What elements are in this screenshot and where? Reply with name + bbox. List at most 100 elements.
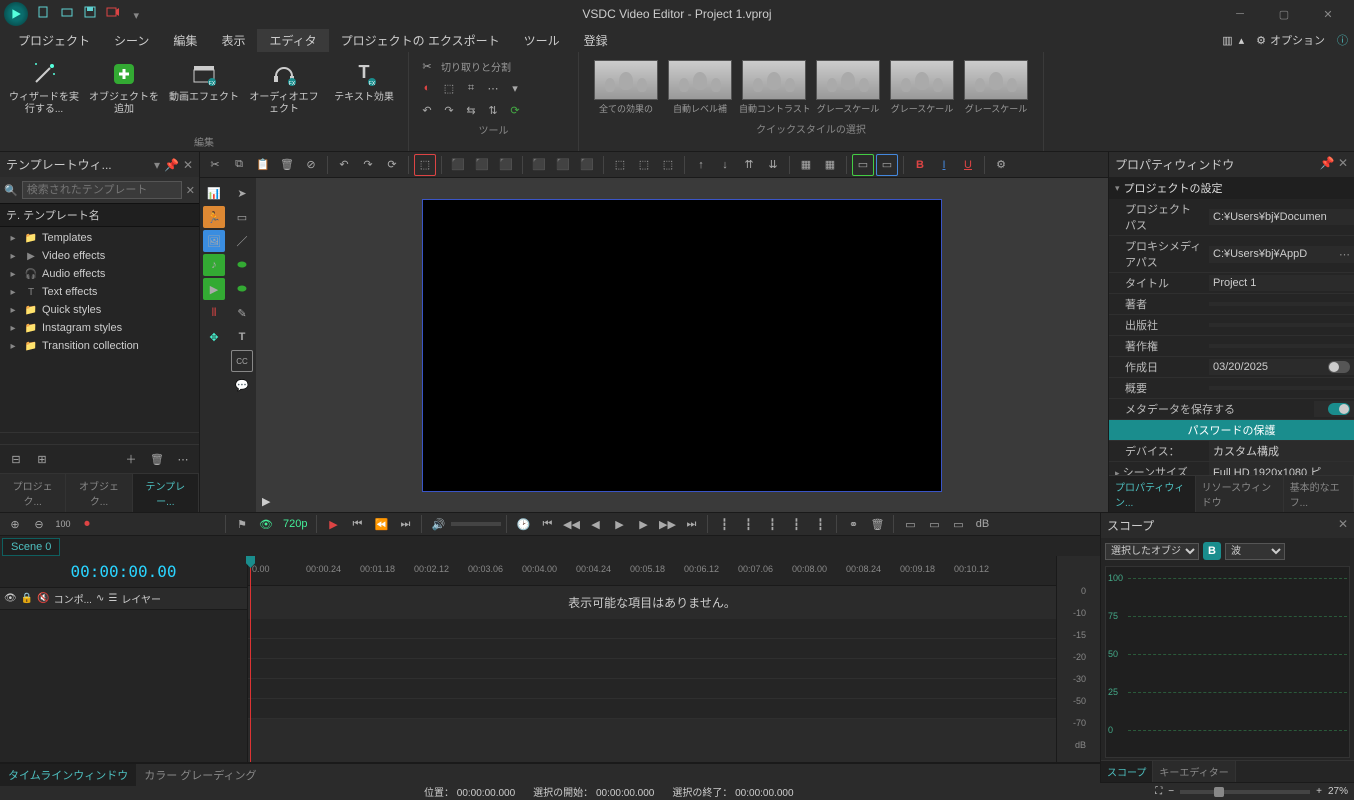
right-tab-properties[interactable]: プロパティウィン... (1109, 476, 1196, 512)
scope-mode-select[interactable]: 波 (1225, 543, 1285, 560)
flip-v-icon[interactable]: ⇅ (483, 100, 503, 120)
misc1-icon[interactable]: ▭ (899, 513, 921, 535)
tree-item[interactable]: ▸📁Quick styles (0, 301, 199, 319)
right-tab-resources[interactable]: リソースウィンドウ (1196, 476, 1284, 512)
menu-export[interactable]: プロジェクトの エクスポート (329, 29, 512, 52)
redo-icon[interactable]: ↷ (357, 154, 379, 176)
play-canvas-icon[interactable]: ▶ (262, 495, 270, 508)
scope-b-button[interactable]: B (1203, 542, 1221, 560)
qat-record-icon[interactable] (104, 3, 122, 21)
cut-icon[interactable]: ✂ (204, 154, 226, 176)
last-icon[interactable]: ⏭ (680, 513, 702, 535)
split2-icon[interactable]: ┇ (737, 513, 759, 535)
deny-icon[interactable]: ⊘ (300, 154, 322, 176)
play2-icon[interactable]: ▶ (608, 513, 630, 535)
tl-tab-timeline[interactable]: タイムラインウィンドウ (0, 764, 136, 786)
password-protect-button[interactable]: パスワードの保護 (1109, 420, 1354, 440)
tree-item[interactable]: ▸▶Video effects (0, 247, 199, 265)
quick-style-thumb[interactable]: 全ての効果の (591, 60, 661, 115)
track-combo[interactable]: コンポ... (54, 591, 92, 606)
cc-icon[interactable]: CC (231, 350, 253, 372)
arrow-top-icon[interactable]: ⇈ (738, 154, 760, 176)
options-button[interactable]: ⚙ オプション (1250, 30, 1331, 50)
prop-value[interactable]: C:¥Users¥bj¥Documen (1213, 211, 1327, 223)
quick-style-thumb[interactable]: 自動コントラスト (739, 60, 809, 115)
qat-new-icon[interactable] (35, 3, 53, 21)
left-tab-template[interactable]: テンプレー... (133, 474, 199, 512)
align-right-icon[interactable]: ⬛ (495, 154, 517, 176)
rewind-icon[interactable]: ◀◀ (560, 513, 582, 535)
dist-h-icon[interactable]: ⬚ (609, 154, 631, 176)
skip-end-icon[interactable]: ⏭ (394, 513, 416, 535)
align-mid-icon[interactable]: ⬛ (552, 154, 574, 176)
scope-object-select[interactable]: 選択したオブジ (1105, 543, 1199, 560)
close-pane-icon[interactable]: ✕ (1338, 517, 1348, 531)
quick-style-thumb[interactable]: グレースケール (813, 60, 883, 115)
arrow-bottom-icon[interactable]: ⇊ (762, 154, 784, 176)
playhead[interactable] (250, 556, 251, 762)
zoom-in-icon[interactable]: + (1316, 786, 1322, 797)
copy-icon[interactable]: ⧉ (228, 154, 250, 176)
grid-icon[interactable]: ▦ (795, 154, 817, 176)
menu-tool[interactable]: ツール (512, 29, 572, 52)
more-icon[interactable]: ⋯ (173, 449, 193, 469)
size-icon[interactable]: ⬚ (657, 154, 679, 176)
track-row[interactable] (248, 699, 1056, 719)
wizard-button[interactable]: ウィザードを実行する... (8, 56, 80, 116)
maximize-button[interactable]: ▢ (1262, 0, 1306, 28)
align-center-icon[interactable]: ⬛ (471, 154, 493, 176)
split-icon[interactable]: ┇ (713, 513, 735, 535)
tool-icon-2[interactable]: ⬚ (439, 78, 459, 98)
scope-tab-key[interactable]: キーエディター (1153, 761, 1235, 782)
pane-menu-icon[interactable]: ▾ (154, 158, 160, 172)
video-fx-button[interactable]: FX 動画エフェクト (168, 56, 240, 104)
save-meta-toggle[interactable] (1328, 403, 1350, 415)
record-icon[interactable]: ⏺ (76, 513, 98, 535)
clock-icon[interactable]: 🕑 (512, 513, 534, 535)
arrow-down-icon[interactable]: ↓ (714, 154, 736, 176)
tree-item[interactable]: ▸TText effects (0, 283, 199, 301)
skip-back-icon[interactable]: ⏪ (370, 513, 392, 535)
qat-open-icon[interactable] (58, 3, 76, 21)
speech-icon[interactable]: 💬 (231, 374, 253, 396)
align-bot-icon[interactable]: ⬛ (576, 154, 598, 176)
select-icon[interactable]: ⬚ (414, 154, 436, 176)
pin-icon[interactable]: 📌 (164, 158, 179, 172)
grid2-icon[interactable]: ▦ (819, 154, 841, 176)
left-tab-project[interactable]: プロジェク... (0, 474, 66, 512)
crop-icon[interactable]: ⌗ (461, 78, 481, 98)
bold-icon[interactable]: B (909, 154, 931, 176)
undo-icon[interactable]: ↶ (333, 154, 355, 176)
qat-save-icon[interactable] (81, 3, 99, 21)
right-tab-effects[interactable]: 基本的なエフ... (1284, 476, 1354, 512)
tree-item[interactable]: ▸📁Templates (0, 229, 199, 247)
scene-tab[interactable]: Scene 0 (2, 538, 60, 556)
tool-icon-4[interactable]: ▾ (505, 78, 525, 98)
track-row[interactable] (248, 679, 1056, 699)
quick-style-thumb[interactable]: 自動レベル補 (665, 60, 735, 115)
tree-item[interactable]: ▸📁Instagram styles (0, 319, 199, 337)
menu-register[interactable]: 登録 (572, 29, 620, 52)
menu-view[interactable]: 表示 (209, 29, 257, 52)
zoom-fit-icon[interactable]: ⛶ (1155, 786, 1162, 797)
pin-icon[interactable]: 📌 (1320, 156, 1335, 170)
track-layer[interactable]: レイヤー (121, 591, 161, 606)
zoom-out-icon[interactable]: ⊖ (28, 513, 50, 535)
prop-value[interactable] (1209, 344, 1354, 348)
rect-icon[interactable]: ▭ (231, 206, 253, 228)
misc4-icon[interactable]: dB (971, 513, 993, 535)
wave-icon[interactable]: ∿ (96, 593, 104, 604)
zoom-in-icon[interactable]: ⊕ (4, 513, 26, 535)
scope-tab-scope[interactable]: スコープ (1101, 761, 1153, 782)
ellipse-icon[interactable]: ⬬ (231, 254, 253, 276)
ellipse2-icon[interactable]: ⬬ (231, 278, 253, 300)
align-left-icon[interactable]: ⬛ (447, 154, 469, 176)
pen-icon[interactable]: ✎ (231, 302, 253, 324)
line-icon[interactable]: ／ (231, 230, 253, 252)
lock-icon[interactable]: 🔒 (21, 593, 33, 604)
misc2-icon[interactable]: ▭ (923, 513, 945, 535)
image-icon[interactable]: 🖼 (203, 230, 225, 252)
play-icon[interactable]: ▶ (322, 513, 344, 535)
cursor-icon[interactable]: ➤ (231, 182, 253, 204)
volume-icon[interactable]: 🔊 (427, 513, 449, 535)
